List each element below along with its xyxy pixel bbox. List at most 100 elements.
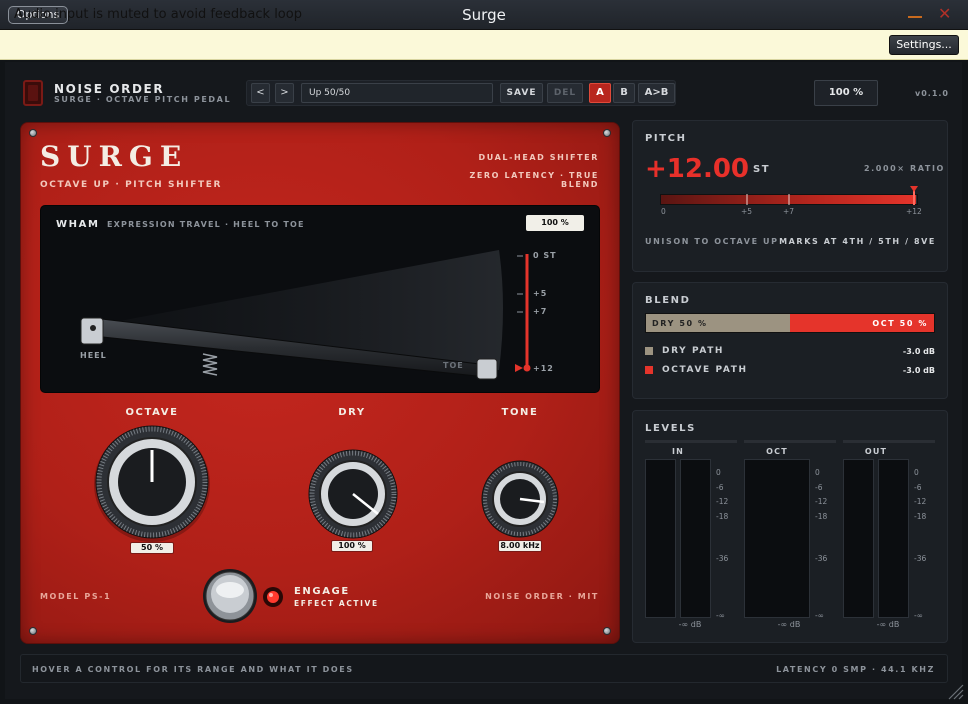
wham-scale-12: +12 bbox=[533, 364, 554, 373]
pitch-scale-12: +12 bbox=[906, 207, 922, 216]
wham-title: WHAM bbox=[56, 219, 100, 230]
blend-dry-label: DRY 50 % bbox=[652, 319, 708, 328]
octave-knob-label: OCTAVE bbox=[125, 407, 179, 418]
tone-value: 8.00 kHz bbox=[498, 540, 542, 552]
pedal-feature-2: ZERO LATENCY · TRUE BLEND bbox=[469, 171, 599, 189]
status-hint: HOVER A CONTROL FOR ITS RANGE AND WHAT I… bbox=[32, 665, 354, 674]
out-readout: -∞ dB bbox=[876, 620, 900, 629]
slot-a-button[interactable]: A bbox=[589, 83, 611, 103]
screw-icon bbox=[603, 129, 611, 137]
wham-scale-7: +7 bbox=[533, 307, 548, 316]
wham-scale-0: 0 ST bbox=[533, 251, 557, 260]
pitch-title: PITCH bbox=[645, 133, 687, 144]
latency-label: LATENCY 0 SMP bbox=[776, 665, 868, 674]
in-group-rule bbox=[645, 440, 737, 443]
octave-swatch-icon bbox=[645, 366, 653, 374]
footswitch-button[interactable] bbox=[200, 568, 260, 624]
wham-pointer-icon bbox=[515, 364, 523, 372]
preset-name-field[interactable]: Up 50/50 bbox=[301, 83, 493, 103]
delete-button[interactable]: DEL bbox=[547, 83, 583, 103]
wham-level-dot bbox=[523, 364, 531, 372]
wham-pedal-graphic bbox=[80, 250, 531, 380]
preset-prev-button[interactable]: < bbox=[251, 83, 270, 103]
in-meter-right bbox=[680, 459, 711, 618]
output-mix-field[interactable]: 100 % bbox=[814, 80, 878, 106]
dry-path-value: -3.0 dB bbox=[902, 347, 935, 356]
oct-meter-label: OCT bbox=[766, 447, 788, 456]
scale-0: 0 bbox=[716, 468, 721, 477]
preset-next-button[interactable]: > bbox=[275, 83, 294, 103]
scale-36: -36 bbox=[716, 554, 729, 563]
scale-inf: -∞ bbox=[815, 611, 824, 620]
tone-knob[interactable] bbox=[480, 460, 560, 540]
dry-knob-label: DRY bbox=[338, 407, 366, 418]
pedal-feature-1: DUAL-HEAD SHIFTER bbox=[478, 153, 599, 162]
levels-title: LEVELS bbox=[645, 423, 696, 434]
out-meter-left bbox=[843, 459, 874, 618]
status-separator: · bbox=[871, 665, 881, 674]
bypass-toggle[interactable] bbox=[23, 80, 43, 106]
pitch-scale-5: +5 bbox=[741, 207, 753, 216]
dry-swatch-icon bbox=[645, 347, 653, 355]
status-info: LATENCY 0 SMP · 44.1 KHZ bbox=[760, 665, 935, 674]
brand-name: NOISE ORDER bbox=[54, 82, 165, 96]
pitch-scale-7: +7 bbox=[783, 207, 795, 216]
blend-title: BLEND bbox=[645, 295, 691, 306]
screw-icon bbox=[29, 627, 37, 635]
octave-path-label: OCTAVE PATH bbox=[662, 365, 748, 375]
settings-button[interactable]: Settings... bbox=[889, 35, 959, 55]
octave-value: 50 % bbox=[130, 542, 174, 554]
in-meter-left bbox=[645, 459, 676, 618]
resize-grip-icon[interactable] bbox=[946, 682, 964, 700]
scale-0: 0 bbox=[914, 468, 919, 477]
screw-icon bbox=[603, 627, 611, 635]
scale-12: -12 bbox=[716, 497, 729, 506]
pedal-title: SURGE bbox=[40, 140, 189, 173]
pitch-unit: ST bbox=[753, 164, 771, 175]
close-icon[interactable]: ✕ bbox=[938, 4, 951, 23]
out-meter-label: OUT bbox=[864, 447, 888, 456]
scale-12: -12 bbox=[815, 497, 828, 506]
out-meter-right bbox=[878, 459, 909, 618]
notice-bar bbox=[0, 30, 968, 60]
dry-knob[interactable] bbox=[306, 448, 400, 542]
notice-text: Audio input is muted to avoid feedback l… bbox=[14, 7, 302, 22]
minimize-icon[interactable] bbox=[908, 16, 922, 18]
scale-12: -12 bbox=[914, 497, 927, 506]
in-readout: -∞ dB bbox=[678, 620, 702, 629]
scale-inf: -∞ bbox=[716, 611, 725, 620]
pitch-ratio: 2.000× RATIO bbox=[864, 164, 945, 173]
tone-knob-label: TONE bbox=[501, 407, 539, 418]
wham-scale-5: +5 bbox=[533, 289, 548, 298]
copy-a-to-b-button[interactable]: A>B bbox=[638, 83, 675, 103]
toe-label: TOE bbox=[443, 361, 464, 370]
pitch-scale-0: 0 bbox=[661, 207, 666, 216]
save-button[interactable]: SAVE bbox=[500, 83, 543, 103]
scale-18: -18 bbox=[716, 512, 729, 521]
scale-36: -36 bbox=[914, 554, 927, 563]
oct-readout: -∞ dB bbox=[777, 620, 801, 629]
scale-6: -6 bbox=[914, 483, 922, 492]
wham-subtitle: EXPRESSION TRAVEL · HEEL TO TOE bbox=[107, 220, 305, 229]
scale-inf: -∞ bbox=[914, 611, 923, 620]
octave-path-value: -3.0 dB bbox=[902, 366, 935, 375]
engage-status: EFFECT ACTIVE bbox=[294, 599, 379, 608]
scale-0: 0 bbox=[815, 468, 820, 477]
wham-value-field[interactable]: 100 % bbox=[526, 215, 584, 231]
spring-icon bbox=[202, 353, 218, 376]
maker-label: NOISE ORDER · MIT bbox=[485, 592, 599, 601]
dry-value: 100 % bbox=[331, 540, 373, 552]
octave-knob[interactable] bbox=[90, 424, 214, 546]
screw-icon bbox=[29, 129, 37, 137]
heel-label: HEEL bbox=[80, 351, 107, 360]
model-label: MODEL PS-1 bbox=[40, 592, 112, 601]
scale-18: -18 bbox=[815, 512, 828, 521]
scale-6: -6 bbox=[815, 483, 823, 492]
oct-group-rule bbox=[744, 440, 836, 443]
pedal-subtitle: OCTAVE UP · PITCH SHIFTER bbox=[40, 180, 222, 190]
scale-36: -36 bbox=[815, 554, 828, 563]
blend-oct-label: OCT 50 % bbox=[872, 319, 928, 328]
oct-meter bbox=[744, 459, 810, 618]
slot-b-button[interactable]: B bbox=[613, 83, 635, 103]
pitch-value: +12.00 bbox=[645, 154, 750, 184]
